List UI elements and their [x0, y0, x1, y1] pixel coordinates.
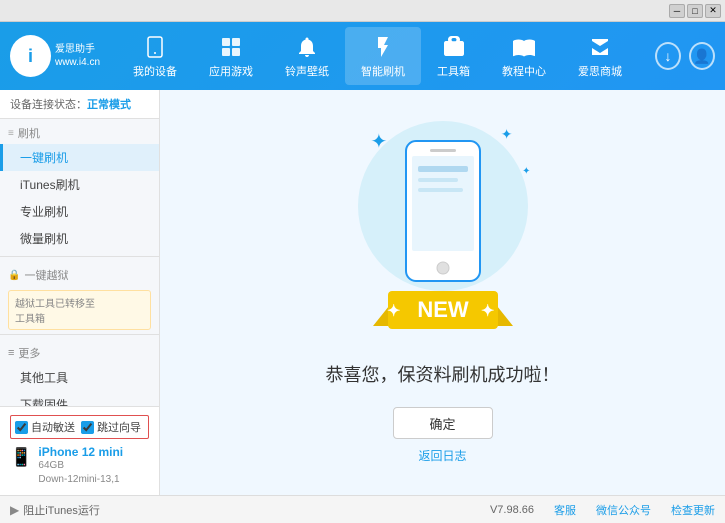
sidebar-content: ≡ 刷机 一键刷机 iTunes刷机 专业刷机 微量刷机 � [0, 119, 159, 406]
sidebar: 设备连接状态：正常模式 ≡ 刷机 一键刷机 iTunes刷机 专业刷机 [0, 90, 160, 495]
nav-ringtone[interactable]: 铃声壁纸 [269, 27, 345, 85]
svg-text:✦: ✦ [387, 303, 400, 320]
sidebar-item-itunes-flash[interactable]: iTunes刷机 [0, 171, 159, 198]
sidebar-item-other-tools[interactable]: 其他工具 [0, 364, 159, 391]
tutorial-icon [510, 33, 538, 61]
nav-smart-flash[interactable]: 智能刷机 [345, 27, 421, 85]
close-button[interactable]: ✕ [705, 4, 721, 18]
logo-text: 爱思助手 www.i4.cn [55, 43, 100, 69]
lock-icon: 🔒 [8, 270, 20, 281]
svg-text:NEW: NEW [417, 297, 469, 322]
sparkle-right: ✦ [501, 126, 513, 143]
device-icon [141, 33, 169, 61]
sidebar-item-one-key-flash[interactable]: 一键刷机 [0, 144, 159, 171]
nav-bar: 我的设备 应用游戏 铃声壁纸 智能刷机 [100, 27, 655, 85]
sparkle-right2: ✦ [522, 166, 530, 177]
app-footer: ▶ 阻止iTunes运行 V7.98.66 客服 微信公众号 检查更新 [0, 495, 725, 523]
more-section-header: ≡ 更多 [0, 339, 159, 364]
nav-toolbox[interactable]: 工具箱 [421, 27, 486, 85]
apps-icon [217, 33, 245, 61]
user-button[interactable]: 👤 [689, 42, 715, 70]
jailbreak-warning: 越狱工具已转移至 工具箱 [8, 290, 151, 330]
flash-section-header: ≡ 刷机 [0, 119, 159, 144]
sidebar-bottom: 自动敏送 跳过向导 📱 iPhone 12 mini 64GB Down-12m… [0, 406, 159, 495]
sidebar-item-pro-flash[interactable]: 专业刷机 [0, 198, 159, 225]
auto-send-checkbox[interactable]: 自动敏送 [15, 419, 75, 435]
logo-icon: i [10, 35, 51, 77]
new-badge: ✦ ✦ NEW [373, 271, 513, 339]
logo-area: i 爱思助手 www.i4.cn [10, 35, 100, 77]
success-illustration: ✦ ✦ ✦ ✦ ✦ NEW [343, 121, 543, 351]
checkbox-group: 自动敏送 跳过向导 [10, 415, 149, 439]
device-phone-icon: 📱 [10, 447, 32, 468]
sidebar-item-download-firmware[interactable]: 下载固件 [0, 391, 159, 406]
store-icon [586, 33, 614, 61]
nav-tutorial[interactable]: 教程中心 [486, 27, 562, 85]
footer-update-link[interactable]: 检查更新 [671, 502, 715, 518]
header-right: ↓ 👤 [655, 42, 715, 70]
app-header: i 爱思助手 www.i4.cn 我的设备 应用游戏 [0, 22, 725, 90]
title-bar: ─ □ ✕ [0, 0, 725, 22]
section-icon: ≡ [8, 128, 14, 139]
nav-my-device[interactable]: 我的设备 [117, 27, 193, 85]
return-link[interactable]: 返回日志 [418, 447, 466, 464]
footer-right: V7.98.66 客服 微信公众号 检查更新 [490, 502, 715, 518]
flash-icon [369, 33, 397, 61]
sidebar-item-micro-flash[interactable]: 微量刷机 [0, 225, 159, 252]
divider2 [0, 334, 159, 335]
minimize-button[interactable]: ─ [669, 4, 685, 18]
app-window: i 爱思助手 www.i4.cn 我的设备 应用游戏 [0, 22, 725, 523]
itunes-icon: ▶ [10, 503, 19, 517]
skip-guide-checkbox[interactable]: 跳过向导 [81, 419, 141, 435]
nav-store[interactable]: 爱思商城 [562, 27, 638, 85]
status-bar: 设备连接状态：正常模式 [0, 90, 159, 119]
device-details: iPhone 12 mini 64GB Down-12mini-13,1 [38, 445, 123, 487]
window-controls[interactable]: ─ □ ✕ [669, 4, 721, 18]
success-text: 恭喜您，保资料刷机成功啦！ [326, 361, 560, 387]
content-area: 设备连接状态：正常模式 ≡ 刷机 一键刷机 iTunes刷机 专业刷机 [0, 90, 725, 495]
nav-app-game[interactable]: 应用游戏 [193, 27, 269, 85]
bell-icon [293, 33, 321, 61]
footer-service-link[interactable]: 客服 [554, 502, 576, 518]
toolbox-icon [440, 33, 468, 61]
svg-text:✦: ✦ [481, 303, 494, 320]
footer-wechat-link[interactable]: 微信公众号 [596, 502, 651, 518]
sparkle-left: ✦ [371, 129, 388, 154]
confirm-button[interactable]: 确定 [393, 407, 493, 439]
jailbreak-section-header: 🔒 一键越狱 [0, 261, 159, 286]
more-icon: ≡ [8, 347, 14, 359]
device-info: 📱 iPhone 12 mini 64GB Down-12mini-13,1 [10, 445, 149, 487]
maximize-button[interactable]: □ [687, 4, 703, 18]
download-button[interactable]: ↓ [655, 42, 681, 70]
footer-left: ▶ 阻止iTunes运行 [10, 502, 490, 518]
main-content: ✦ ✦ ✦ ✦ ✦ NEW [160, 90, 725, 495]
divider1 [0, 256, 159, 257]
